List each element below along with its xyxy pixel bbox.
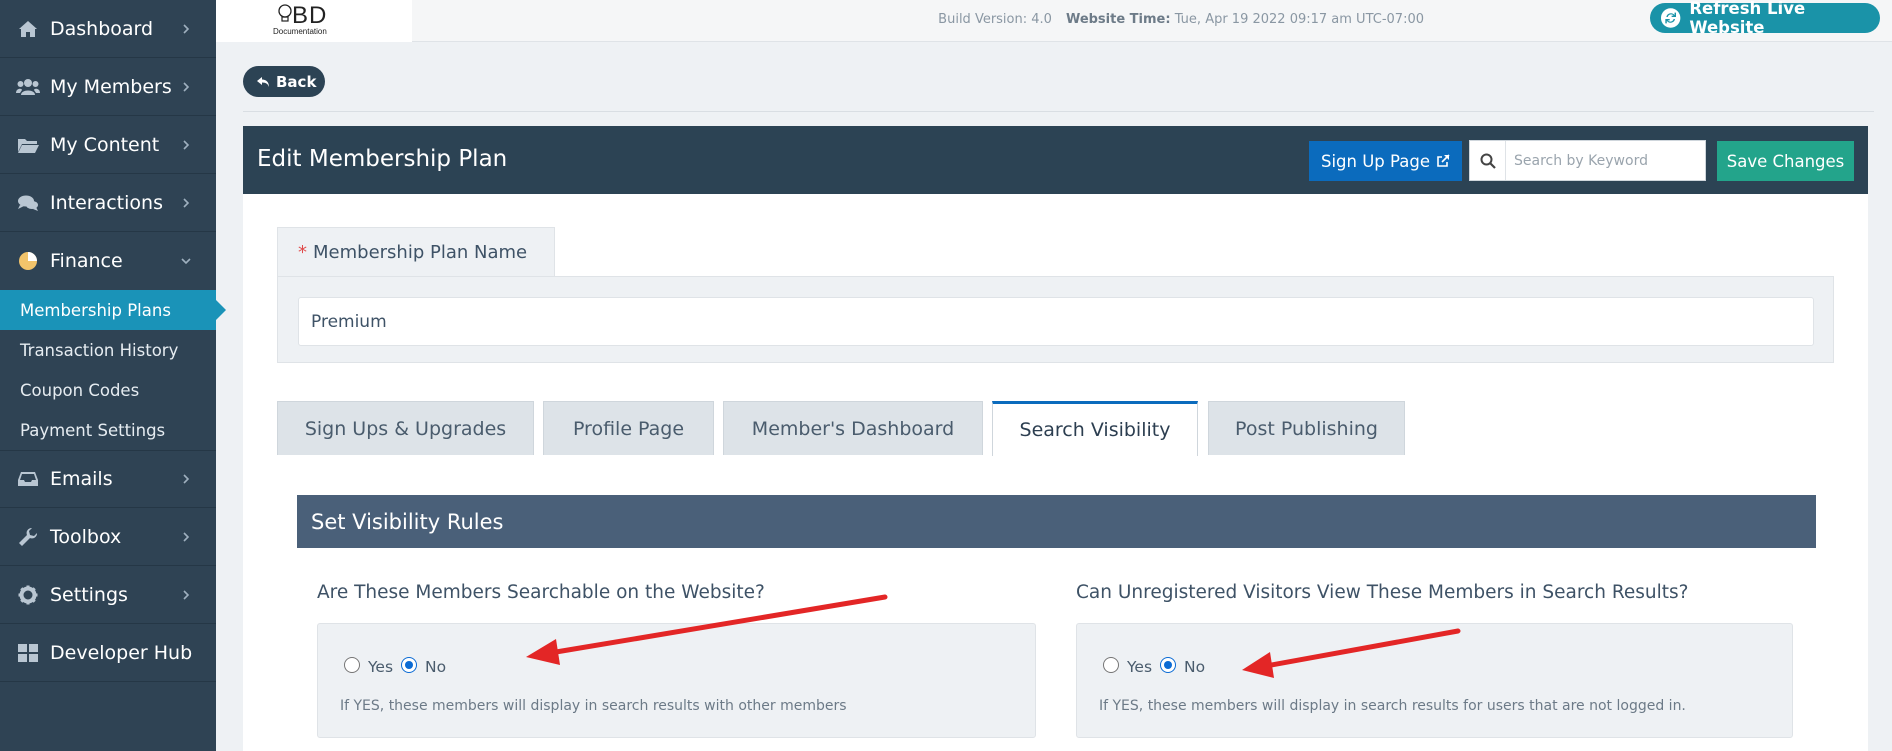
searchable-help-text: If YES, these members will display in se… bbox=[340, 698, 847, 714]
chevron-right-icon bbox=[183, 139, 190, 150]
plan-name-input[interactable] bbox=[298, 297, 1814, 346]
top-bar: BD Documentation Build Version: 4.0 Websi… bbox=[216, 0, 1892, 42]
chevron-right-icon bbox=[183, 474, 190, 484]
sidebar-item-dashboard[interactable]: Dashboard bbox=[0, 0, 216, 58]
comments-icon bbox=[16, 191, 40, 215]
chevron-down-icon bbox=[181, 258, 191, 265]
chevron-right-icon bbox=[183, 197, 190, 208]
plan-name-label-text: Membership Plan Name bbox=[313, 242, 528, 263]
chevron-right-icon bbox=[183, 81, 190, 92]
sidebar-item-label: Emails bbox=[50, 468, 113, 490]
visitor-help-text: If YES, these members will display in se… bbox=[1099, 698, 1686, 714]
search-input[interactable] bbox=[1506, 141, 1705, 180]
site-info: Build Version: 4.0 Website Time: Tue, Apr… bbox=[938, 12, 1424, 27]
sidebar-subitem-membership-plans[interactable]: Membership Plans bbox=[0, 290, 226, 330]
sidebar-item-label: Settings bbox=[50, 583, 128, 606]
build-version: Build Version: 4.0 bbox=[938, 12, 1052, 27]
sidebar-subitem-payment-settings[interactable]: Payment Settings bbox=[0, 410, 216, 450]
chevron-right-icon bbox=[183, 23, 190, 34]
sidebar: Dashboard My Members My Content Interact… bbox=[0, 0, 226, 751]
sidebar-item-developer-hub[interactable]: Developer Hub bbox=[0, 624, 216, 682]
external-link-icon bbox=[1437, 154, 1450, 167]
visitor-radio-group: Yes No bbox=[1103, 654, 1213, 676]
logo[interactable]: BD Documentation bbox=[216, 0, 412, 42]
plan-name-panel bbox=[277, 276, 1834, 363]
tab-members-dashboard[interactable]: Member's Dashboard bbox=[723, 401, 983, 455]
chevron-right-icon bbox=[183, 531, 190, 542]
visitor-no-radio[interactable] bbox=[1160, 657, 1177, 673]
logo-subtitle: Documentation bbox=[273, 27, 327, 36]
sign-up-page-label: Sign Up Page bbox=[1321, 151, 1430, 171]
search-icon[interactable] bbox=[1470, 141, 1506, 180]
lightbulb-icon bbox=[278, 4, 292, 22]
wrench-icon bbox=[16, 525, 40, 549]
sidebar-item-label: Interactions bbox=[50, 191, 163, 214]
tab-sign-ups-upgrades[interactable]: Sign Ups & Upgrades bbox=[277, 401, 534, 455]
sidebar-item-interactions[interactable]: Interactions bbox=[0, 174, 216, 232]
sidebar-item-label: Toolbox bbox=[50, 525, 122, 548]
searchable-no-radio[interactable] bbox=[401, 657, 418, 673]
refresh-label: Refresh Live Website bbox=[1689, 0, 1806, 37]
pie-chart-icon bbox=[16, 249, 40, 273]
sidebar-item-label: Developer Hub bbox=[50, 641, 193, 664]
searchable-options: Yes No If YES, these members will displa… bbox=[317, 623, 1036, 738]
dashboard-icon bbox=[16, 17, 40, 41]
sign-up-page-button[interactable]: Sign Up Page bbox=[1309, 141, 1462, 181]
users-icon bbox=[16, 75, 40, 99]
divider bbox=[243, 111, 1874, 112]
searchable-radio-group: Yes No bbox=[344, 654, 454, 676]
plan-name-label: * Membership Plan Name bbox=[277, 227, 555, 277]
radio-label: Yes bbox=[368, 658, 394, 676]
sidebar-item-toolbox[interactable]: Toolbox bbox=[0, 508, 216, 566]
edit-plan-header: Edit Membership Plan Sign Up Page Save C… bbox=[243, 126, 1868, 194]
back-label: Back bbox=[276, 72, 317, 91]
gear-icon bbox=[16, 583, 40, 607]
finance-submenu: Membership Plans Transaction History Cou… bbox=[0, 290, 226, 450]
visitor-visibility-question: Can Unregistered Visitors View These Mem… bbox=[1076, 582, 1689, 603]
sidebar-item-label: My Content bbox=[50, 133, 160, 156]
refresh-icon bbox=[1660, 8, 1681, 28]
section-title: Set Visibility Rules bbox=[297, 495, 1816, 548]
website-time-label: Website Time: bbox=[1065, 12, 1171, 27]
sidebar-subitem-coupon-codes[interactable]: Coupon Codes bbox=[0, 370, 216, 410]
visitor-yes-radio[interactable] bbox=[1103, 657, 1119, 673]
visitor-visibility-options: Yes No If YES, these members will displa… bbox=[1076, 623, 1793, 738]
sidebar-item-my-content[interactable]: My Content bbox=[0, 116, 216, 174]
logo-text: BD bbox=[292, 2, 328, 29]
sidebar-item-settings[interactable]: Settings bbox=[0, 566, 216, 624]
back-arrow-icon bbox=[257, 76, 269, 87]
back-button[interactable]: Back bbox=[243, 66, 325, 97]
folder-icon bbox=[16, 133, 40, 157]
sidebar-item-finance[interactable]: Finance bbox=[0, 232, 216, 290]
sidebar-item-label: Finance bbox=[50, 250, 123, 272]
edit-plan-form: * Membership Plan Name Sign Ups & Upgrad… bbox=[243, 194, 1868, 751]
radio-label: No bbox=[1184, 658, 1206, 676]
sidebar-item-label: Dashboard bbox=[50, 17, 154, 40]
searchable-yes-radio[interactable] bbox=[344, 657, 360, 673]
sidebar-subitem-transaction-history[interactable]: Transaction History bbox=[0, 330, 216, 370]
website-time-value: Tue, Apr 19 2022 09:17 am UTC-07:00 bbox=[1174, 12, 1424, 27]
grid-icon bbox=[16, 641, 40, 665]
page-title: Edit Membership Plan bbox=[257, 146, 508, 172]
tab-search-visibility[interactable]: Search Visibility bbox=[992, 401, 1198, 456]
save-changes-button[interactable]: Save Changes bbox=[1717, 141, 1854, 181]
radio-label: Yes bbox=[1127, 658, 1153, 676]
required-mark: * bbox=[298, 242, 307, 263]
refresh-live-website-button[interactable]: Refresh Live Website bbox=[1650, 0, 1880, 37]
sidebar-item-emails[interactable]: Emails bbox=[0, 450, 216, 508]
radio-label: No bbox=[425, 658, 447, 676]
tab-post-publishing[interactable]: Post Publishing bbox=[1208, 401, 1405, 455]
inbox-icon bbox=[16, 467, 40, 491]
sidebar-item-my-members[interactable]: My Members bbox=[0, 58, 216, 116]
sidebar-item-label: My Members bbox=[50, 75, 172, 98]
searchable-question: Are These Members Searchable on the Webs… bbox=[317, 582, 765, 603]
keyword-search bbox=[1469, 140, 1706, 181]
chevron-right-icon bbox=[183, 589, 190, 600]
tab-profile-page[interactable]: Profile Page bbox=[543, 401, 714, 455]
